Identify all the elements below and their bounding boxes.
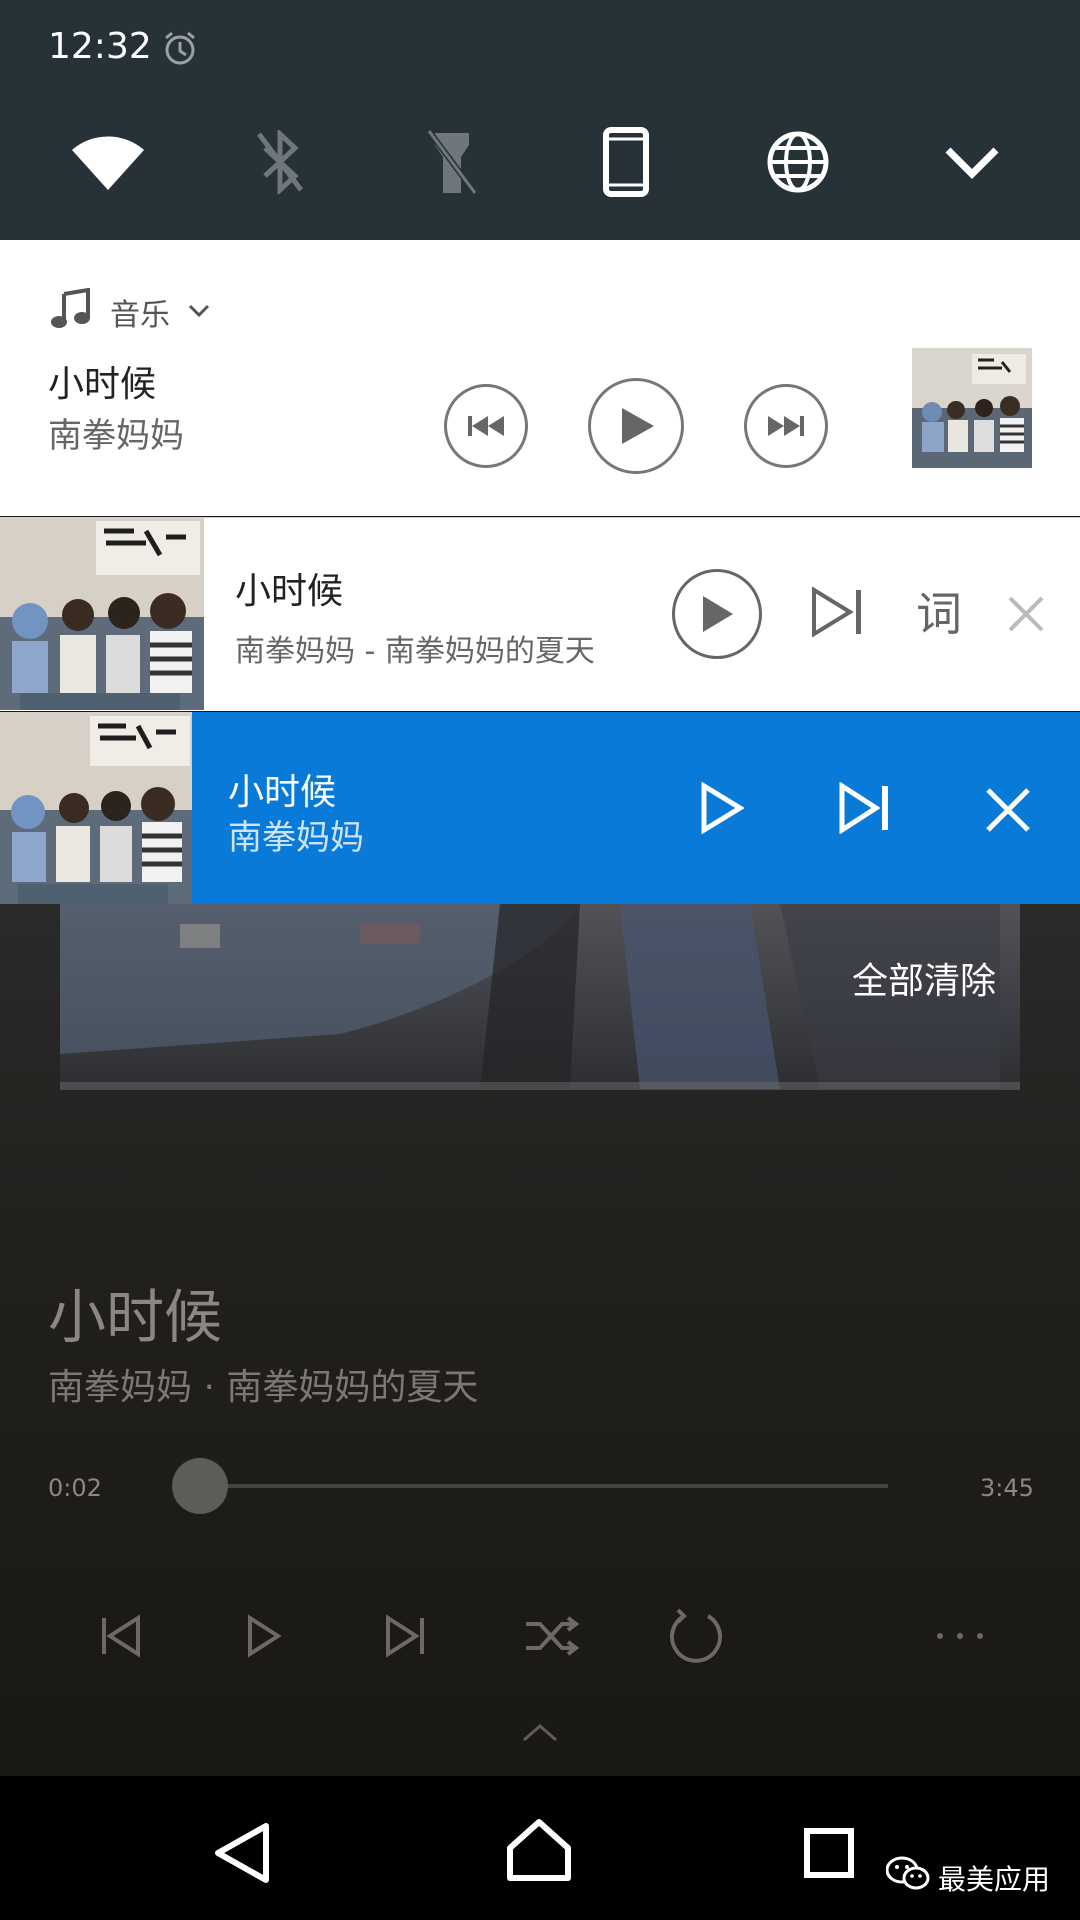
alarm-icon — [160, 28, 200, 72]
album-art — [912, 348, 1032, 468]
play-icon — [622, 408, 654, 444]
play-icon — [248, 1614, 282, 1658]
skip-next-icon — [839, 781, 888, 835]
song-title: 小时候 — [235, 571, 344, 612]
back-button[interactable] — [212, 1822, 272, 1888]
close-icon — [986, 788, 1030, 832]
time-total: 3:45 — [980, 1474, 1034, 1502]
notification-app-header[interactable]: 音乐 — [48, 287, 210, 336]
expand-chevron-icon[interactable] — [188, 303, 210, 322]
globe-icon[interactable] — [758, 122, 838, 202]
album-art — [0, 517, 204, 710]
rotation-portrait-icon[interactable] — [586, 122, 666, 202]
close-icon — [1008, 596, 1044, 632]
player-previous-button[interactable] — [88, 1606, 152, 1666]
close-button[interactable] — [984, 786, 1032, 838]
album-art-edge — [60, 1082, 1020, 1090]
play-icon — [703, 596, 733, 632]
skip-next-icon — [386, 1614, 424, 1658]
repeat-button[interactable] — [664, 1606, 728, 1666]
wifi-icon[interactable] — [68, 122, 148, 202]
player-play-button[interactable] — [232, 1606, 296, 1666]
more-options-button[interactable] — [928, 1606, 992, 1666]
shuffle-button[interactable] — [520, 1606, 584, 1666]
previous-button[interactable] — [444, 384, 528, 468]
bluetooth-off-icon[interactable] — [240, 122, 320, 202]
skip-previous-icon — [102, 1614, 140, 1658]
more-dots-icon — [937, 1633, 983, 1639]
skip-next-icon — [812, 586, 861, 638]
lyrics-button[interactable]: 词 — [916, 578, 962, 644]
play-button[interactable] — [588, 378, 684, 474]
player-artist-album: 南拳妈妈 · 南拳妈妈的夏天 — [48, 1367, 479, 1408]
progress-track[interactable] — [200, 1484, 888, 1488]
next-button[interactable] — [744, 384, 828, 468]
flashlight-off-icon[interactable] — [412, 122, 492, 202]
skip-next-icon — [768, 416, 804, 436]
recents-square-icon — [804, 1828, 854, 1878]
back-triangle-icon — [215, 1823, 269, 1883]
song-title: 小时候 — [228, 772, 337, 813]
time-current: 0:02 — [48, 1474, 102, 1502]
wechat-icon — [885, 1856, 930, 1899]
next-button[interactable] — [810, 586, 866, 642]
progress-thumb[interactable] — [172, 1458, 228, 1514]
watermark-text: 最美应用 — [938, 1862, 1051, 1896]
play-button[interactable] — [700, 781, 745, 838]
recents-button[interactable] — [804, 1828, 854, 1882]
song-artist-album: 南拳妈妈 - 南拳妈妈的夏天 — [235, 634, 595, 669]
chevron-up-icon[interactable] — [522, 1722, 558, 1746]
music-note-icon — [48, 287, 92, 336]
watermark: 最美应用 — [885, 1856, 1051, 1899]
player-next-button[interactable] — [374, 1606, 438, 1666]
next-button[interactable] — [838, 781, 894, 838]
album-art — [0, 712, 192, 904]
home-button[interactable] — [506, 1818, 572, 1886]
shuffle-icon — [526, 1616, 580, 1656]
close-button[interactable] — [1006, 594, 1046, 638]
play-icon — [701, 781, 745, 835]
app-name-label: 音乐 — [110, 298, 170, 333]
song-artist: 南拳妈妈 — [48, 416, 184, 456]
player-song-title: 小时候 — [48, 1283, 223, 1351]
song-title: 小时候 — [48, 364, 157, 405]
play-button[interactable] — [672, 569, 762, 659]
skip-previous-icon — [468, 416, 504, 436]
clear-all-button[interactable]: 全部清除 — [852, 952, 996, 1004]
chevron-down-icon[interactable] — [932, 122, 1012, 202]
status-clock: 12:32 — [48, 26, 152, 67]
home-icon — [507, 1819, 571, 1881]
repeat-icon — [670, 1608, 722, 1663]
song-artist: 南拳妈妈 — [228, 818, 364, 858]
